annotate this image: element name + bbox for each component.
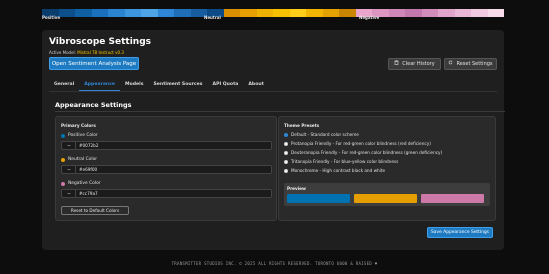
preset-label: Deuteranopia Friendly - For red-green co… xyxy=(291,150,443,155)
reset-default-colors-button[interactable]: Reset to Default Colors xyxy=(61,206,129,215)
radio-selected-icon[interactable] xyxy=(284,132,288,137)
primary-colors-card: Primary Colors Positive Color ═ #0072b2 … xyxy=(55,116,277,221)
footer-text: TRANSMITTER STUDIOS INC. © 2025 ALL RIGH… xyxy=(171,261,378,266)
color-picker-icon[interactable]: ═ xyxy=(66,190,72,197)
positive-color-dot xyxy=(61,133,65,138)
preview-swatch-neutral xyxy=(354,194,417,203)
color-picker-icon[interactable]: ═ xyxy=(66,166,72,173)
radio-icon[interactable] xyxy=(284,150,288,155)
theme-presets-title: Theme Presets xyxy=(284,123,320,128)
negative-color-label: Negative Color xyxy=(68,181,101,186)
preset-option-deuteranopia[interactable]: Deuteranopia Friendly - For red-green co… xyxy=(284,150,442,155)
radio-icon[interactable] xyxy=(284,141,288,146)
spectrum-label-neutral: Neutral xyxy=(204,15,221,20)
tab-about[interactable]: About xyxy=(243,79,268,91)
open-sentiment-page-button[interactable]: Open Sentiment Analysis Page xyxy=(49,57,139,70)
negative-color-value: #cc79a7 xyxy=(79,191,98,196)
field-separator xyxy=(75,166,76,173)
spectrum-labels: Positive Neutral Negative xyxy=(42,15,504,23)
save-appearance-button[interactable]: Save Appearance Settings xyxy=(427,227,493,238)
positive-color-label: Positive Color xyxy=(68,133,98,138)
active-model-line: Active Model: Mistral 7B Instruct v0.3 xyxy=(49,50,124,55)
clear-history-label: Clear History xyxy=(402,61,435,67)
preview-swatch-negative xyxy=(421,194,484,203)
neutral-color-dot xyxy=(61,157,65,162)
preview-swatch-positive xyxy=(287,194,350,203)
tab-appearance[interactable]: Appearance xyxy=(79,79,121,91)
neutral-color-field[interactable]: ═ #e69f00 xyxy=(61,165,272,174)
preset-label: Monochrome - High contrast black and whi… xyxy=(291,168,386,173)
section-divider xyxy=(55,111,505,112)
preset-option-default[interactable]: Default - Standard color scheme xyxy=(284,132,359,137)
negative-color-field[interactable]: ═ #cc79a7 xyxy=(61,189,272,198)
reset-settings-label: Reset Settings xyxy=(456,61,493,67)
section-title: Appearance Settings xyxy=(55,101,132,109)
spectrum-label-negative: Negative xyxy=(359,15,380,20)
preset-option-protanopia[interactable]: Protanopia Friendly - For red-green colo… xyxy=(284,141,431,146)
spectrum-label-positive: Positive xyxy=(42,15,61,20)
radio-icon[interactable] xyxy=(284,168,288,173)
settings-tabs: General Appearance Models Sentiment Sour… xyxy=(49,79,269,91)
neutral-color-label: Neutral Color xyxy=(68,157,98,162)
negative-color-dot xyxy=(61,181,65,186)
tab-sentiment-sources[interactable]: Sentiment Sources xyxy=(149,79,208,91)
active-model-value: Mistral 7B Instruct v0.3 xyxy=(77,50,124,55)
refresh-icon xyxy=(448,59,453,69)
color-picker-icon[interactable]: ═ xyxy=(66,142,72,149)
reset-settings-button[interactable]: Reset Settings xyxy=(444,58,497,70)
settings-panel: Vibroscope Settings Active Model: Mistra… xyxy=(42,30,505,250)
page-title: Vibroscope Settings xyxy=(49,37,151,47)
tab-general[interactable]: General xyxy=(49,79,79,91)
primary-colors-title: Primary Colors xyxy=(61,123,96,128)
positive-color-value: #0072b2 xyxy=(79,143,99,148)
tab-models[interactable]: Models xyxy=(120,79,148,91)
preview-title: Preview xyxy=(287,186,306,191)
preset-label: Tritanopia Friendly - For blue-yellow co… xyxy=(291,159,399,164)
neutral-color-row: Neutral Color xyxy=(61,157,97,162)
trash-icon xyxy=(394,59,399,69)
neutral-color-value: #e69f00 xyxy=(79,167,98,172)
tab-api-quota[interactable]: API Quota xyxy=(208,79,244,91)
negative-color-row: Negative Color xyxy=(61,181,101,186)
positive-color-field[interactable]: ═ #0072b2 xyxy=(61,141,272,150)
tab-divider xyxy=(49,91,497,92)
preset-label: Default - Standard color scheme xyxy=(291,132,359,137)
active-model-prefix: Active Model: xyxy=(49,50,77,55)
clear-history-button[interactable]: Clear History xyxy=(388,58,441,70)
theme-preview: Preview xyxy=(284,183,490,206)
field-separator xyxy=(75,142,76,149)
preset-option-monochrome[interactable]: Monochrome - High contrast black and whi… xyxy=(284,168,385,173)
positive-color-row: Positive Color xyxy=(61,133,98,138)
theme-presets-card: Theme Presets Default - Standard color s… xyxy=(278,116,496,221)
preset-label: Protanopia Friendly - For red-green colo… xyxy=(291,141,431,146)
radio-icon[interactable] xyxy=(284,159,288,164)
preset-option-tritanopia[interactable]: Tritanopia Friendly - For blue-yellow co… xyxy=(284,159,398,164)
field-separator xyxy=(75,190,76,197)
